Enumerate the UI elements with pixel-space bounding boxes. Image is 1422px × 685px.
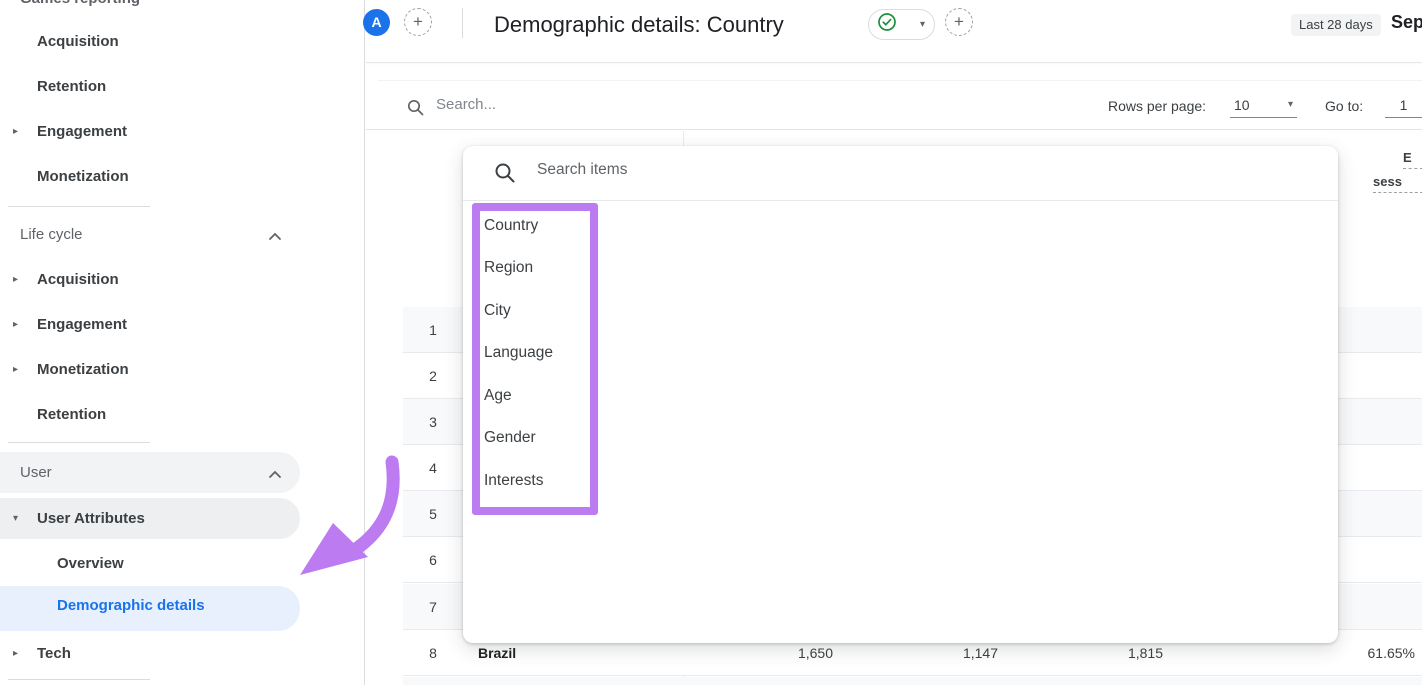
table-row-partial [403, 677, 1422, 685]
sidebar-divider [8, 206, 150, 207]
row-number: 2 [403, 353, 463, 399]
sidebar-item-tech[interactable]: Tech [37, 642, 71, 666]
chevron-down-icon: ▾ [920, 19, 925, 30]
sidebar-item-user-attributes[interactable]: User Attributes [37, 507, 145, 531]
sidebar-divider [8, 679, 150, 680]
account-avatar[interactable]: A [363, 9, 390, 36]
check-circle-icon [877, 12, 897, 37]
rows-per-page-select[interactable]: 10 ▾ [1230, 92, 1297, 118]
date-range-dates[interactable]: Sep [1391, 12, 1422, 33]
row-number: 8 [403, 630, 463, 676]
search-icon [494, 162, 516, 189]
add-comparison-button[interactable]: + [404, 8, 432, 36]
sidebar-item-retention-games[interactable]: Retention [37, 75, 106, 99]
dropdown-divider [463, 200, 1338, 201]
row-number: 6 [403, 537, 463, 583]
expand-arrow-icon[interactable]: ▸ [13, 120, 27, 144]
row-number: 1 [403, 307, 463, 353]
row-number: 7 [403, 584, 463, 630]
sidebar-item-overview[interactable]: Overview [57, 552, 124, 576]
sidebar-section-games-reporting: Games reporting [20, 0, 140, 7]
sidebar-item-retention[interactable]: Retention [37, 403, 106, 427]
sidebar-item-engagement[interactable]: Engagement [37, 313, 127, 337]
dropdown-arrow-icon: ▾ [1288, 99, 1293, 110]
expand-arrow-icon[interactable]: ▸ [13, 268, 27, 292]
rows-per-page-label: Rows per page: [1108, 98, 1206, 114]
annotation-highlight-box [472, 203, 598, 515]
sidebar-item-monetization-games[interactable]: Monetization [37, 165, 129, 189]
date-range-badge[interactable]: Last 28 days [1291, 14, 1381, 36]
expand-arrow-icon[interactable]: ▸ [13, 642, 27, 666]
go-to-label: Go to: [1325, 98, 1363, 114]
sidebar-item-acquisition-games[interactable]: Acquisition [37, 30, 119, 54]
expand-arrow-icon[interactable]: ▸ [13, 358, 27, 382]
expand-arrow-icon[interactable]: ▸ [13, 313, 27, 337]
sidebar-header-user: User [20, 461, 52, 485]
sidebar-item-demographic-details[interactable]: Demographic details [57, 597, 205, 614]
annotation-curved-arrow [285, 445, 405, 590]
rows-per-page-value: 10 [1234, 97, 1250, 113]
row-number: 3 [403, 399, 463, 445]
collapse-chevron-icon[interactable] [268, 228, 282, 246]
search-icon [407, 99, 424, 121]
dropdown-search-input[interactable] [537, 161, 937, 179]
table-search-input[interactable] [436, 96, 736, 113]
sidebar-item-acquisition[interactable]: Acquisition [37, 268, 119, 292]
collapse-chevron-icon[interactable] [268, 466, 282, 484]
sidebar-header-life-cycle: Life cycle [20, 223, 83, 247]
sidebar-item-engagement-games[interactable]: Engagement [37, 120, 127, 144]
go-to-page-input[interactable]: 1 [1385, 92, 1422, 118]
collapse-arrow-icon[interactable]: ▾ [13, 507, 27, 531]
sidebar-item-monetization[interactable]: Monetization [37, 358, 129, 382]
row-number: 4 [403, 445, 463, 491]
page-title: Demographic details: Country [494, 12, 784, 38]
add-report-button[interactable]: + [945, 8, 973, 36]
row-number: 5 [403, 491, 463, 537]
header-divider [462, 8, 463, 38]
sidebar-divider [8, 442, 150, 443]
report-status-button[interactable]: ▾ [868, 9, 935, 40]
column-header-sessions[interactable]: sess [1373, 172, 1422, 193]
column-header-engaged[interactable]: E [1403, 148, 1422, 169]
